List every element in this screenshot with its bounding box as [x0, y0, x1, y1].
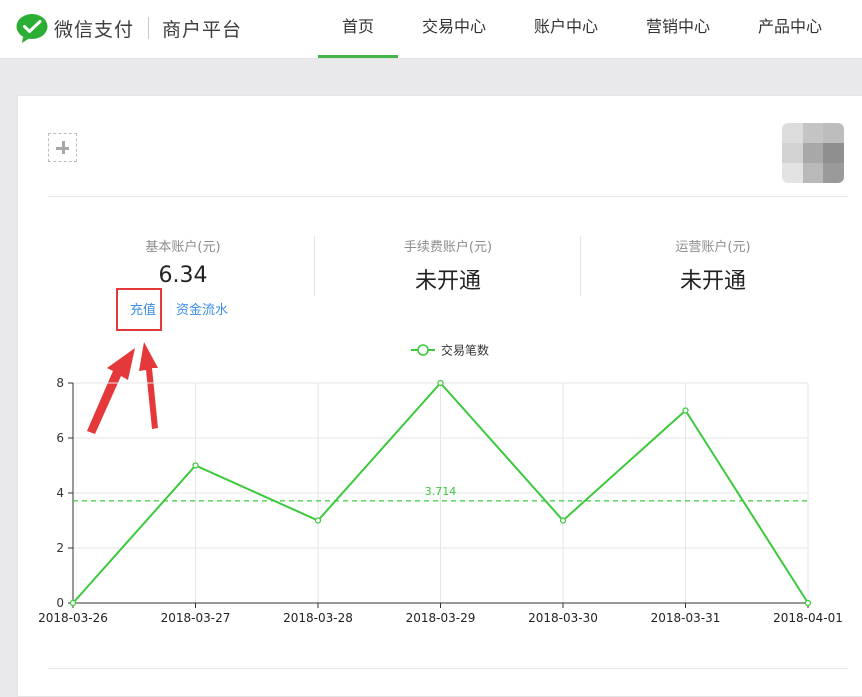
data-point — [314, 517, 322, 524]
transaction-count-chart: 0 2 4 6 8 2018-03-26 2018-03-27 2018-03-28 2018-… — [38, 343, 843, 626]
x-tick-label: 2018-03-28 — [283, 611, 353, 625]
x-tick-label: 2018-03-27 — [161, 611, 231, 625]
y-tick-label: 4 — [56, 486, 64, 500]
y-tick-label: 6 — [56, 431, 64, 445]
y-tick-label: 8 — [56, 376, 64, 390]
data-point — [69, 599, 77, 607]
y-tick-label: 2 — [56, 541, 64, 555]
legend-marker-icon — [417, 344, 429, 356]
y-tick-label: 0 — [56, 596, 64, 610]
data-point — [804, 599, 812, 607]
x-tick-label: 2018-03-26 — [38, 611, 108, 625]
x-tick-label: 2018-03-30 — [528, 611, 598, 625]
x-tick-label: 2018-03-29 — [406, 611, 476, 625]
x-tick-label: 2018-04-01 — [773, 611, 843, 625]
data-point — [682, 407, 689, 414]
data-point — [437, 379, 444, 387]
average-label: 3.714 — [425, 485, 457, 498]
x-tick-label: 2018-03-31 — [651, 611, 721, 625]
legend-label: 交易笔数 — [441, 343, 489, 358]
data-point — [559, 517, 567, 524]
data-point — [192, 462, 199, 469]
